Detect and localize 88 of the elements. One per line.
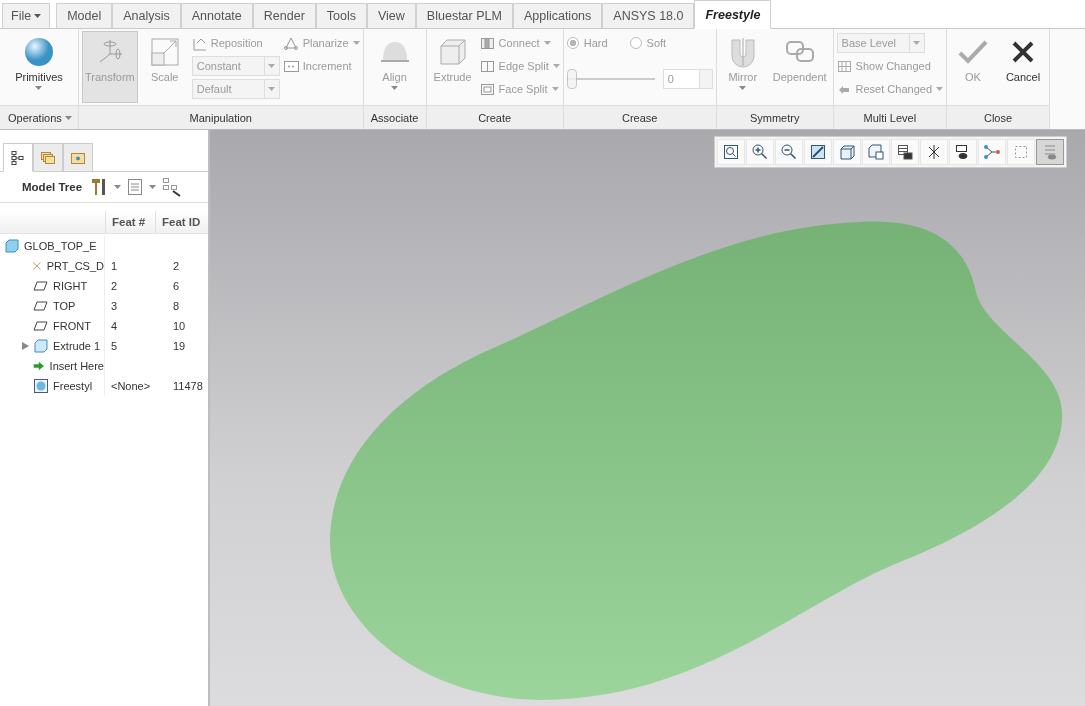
- triangle-nodes-icon: [283, 35, 299, 51]
- face-split-icon: [479, 81, 495, 97]
- feat-id: 2: [172, 260, 181, 272]
- caret-icon: [739, 86, 747, 90]
- file-menu[interactable]: File: [2, 3, 51, 28]
- group-menu[interactable]: Operations: [0, 105, 78, 129]
- panel-tab[interactable]: [3, 143, 33, 172]
- feat-id: 8: [172, 300, 181, 312]
- feat-number: 4: [110, 320, 119, 332]
- camera-table-icon: [896, 143, 914, 161]
- ribbon-tab[interactable]: Applications: [512, 3, 603, 28]
- shaded-cube-icon: [838, 143, 856, 161]
- feat-number: 3: [110, 300, 119, 312]
- ribbon-tab[interactable]: Analysis: [112, 3, 181, 28]
- caret-icon: [936, 87, 943, 91]
- tool-button[interactable]: Cancel: [1000, 31, 1046, 103]
- feat-id: 6: [172, 280, 181, 292]
- caret-icon: [552, 64, 560, 68]
- group-label: Multi Level: [833, 105, 946, 129]
- tree-item[interactable]: FRONT: [53, 320, 91, 332]
- sphere-icon: [23, 36, 55, 68]
- panel-title: Model Tree: [22, 181, 83, 193]
- folders-icon: [40, 149, 56, 166]
- tree-icon: [10, 149, 26, 166]
- feat-number: <None>: [110, 380, 152, 392]
- column-header[interactable]: Feat #: [105, 211, 155, 233]
- freestyle-icon: [33, 378, 49, 394]
- plane-icon: [33, 318, 49, 334]
- group-label: Symmetry: [716, 105, 833, 129]
- ribbon-tab[interactable]: Bluestar PLM: [415, 3, 513, 28]
- scale-icon: [148, 36, 181, 68]
- group-label: Associate: [363, 105, 426, 129]
- part-icon: [4, 238, 20, 254]
- ribbon-tab[interactable]: View: [367, 3, 416, 28]
- caret-icon: [551, 87, 559, 91]
- caret-icon: [34, 14, 42, 18]
- tree-item[interactable]: GLOB_TOP_E: [24, 240, 97, 252]
- caret-icon: [268, 64, 276, 68]
- column-header[interactable]: Feat ID: [155, 211, 208, 233]
- tree-item[interactable]: RIGHT: [53, 280, 88, 292]
- feat-number: 2: [110, 280, 119, 292]
- cube-icon: [33, 338, 49, 354]
- ribbon-tab[interactable]: Model: [56, 3, 113, 28]
- list-icon[interactable]: [127, 178, 144, 196]
- ribbon-tab[interactable]: Tools: [315, 3, 367, 28]
- number-box-icon: [283, 58, 299, 74]
- feat-id: 19: [172, 340, 187, 352]
- caret-icon: [268, 87, 276, 91]
- tree-item[interactable]: TOP: [53, 300, 76, 312]
- zoom-fit-icon: [722, 143, 740, 161]
- caret-icon: [114, 185, 122, 189]
- caret-icon: [149, 185, 157, 189]
- plane-icon: [33, 298, 49, 314]
- nodes-icon: [983, 143, 1001, 161]
- caret-icon: [543, 41, 551, 45]
- caret-icon: [391, 86, 399, 90]
- tool-button[interactable]: Primitives: [12, 31, 66, 103]
- caret-icon: [913, 41, 921, 45]
- tree-item[interactable]: PRT_CS_D: [46, 260, 104, 272]
- tree-item[interactable]: Extrude 1: [53, 340, 101, 352]
- edge-split-icon: [479, 58, 495, 74]
- split-panel-icon: [479, 35, 495, 51]
- ribbon-tab[interactable]: Annotate: [180, 3, 253, 28]
- ribbon-tab[interactable]: ANSYS 18.0: [602, 3, 695, 28]
- grid-nodes-icon: [836, 58, 852, 74]
- feat-number: 5: [110, 340, 119, 352]
- zoom-out-icon: [780, 143, 798, 161]
- tree-item[interactable]: Insert Here: [49, 360, 104, 372]
- group-label: Close: [947, 105, 1049, 129]
- caret-icon: [64, 115, 72, 120]
- group-label: Crease: [563, 105, 716, 129]
- plane-icon: [33, 278, 49, 294]
- feat-id: 11478: [172, 380, 204, 392]
- box-corners-icon: [1012, 143, 1030, 161]
- ribbon-tab[interactable]: Freestyle: [694, 0, 772, 29]
- repaint-icon: [809, 143, 827, 161]
- ribbon-tab[interactable]: Render: [252, 3, 316, 28]
- group-label: Create: [426, 105, 563, 129]
- tree-filter-icon[interactable]: [162, 177, 183, 197]
- feat-number: 1: [110, 260, 119, 272]
- zoom-in-icon: [751, 143, 769, 161]
- group-label: Manipulation: [79, 105, 363, 129]
- caret-icon: [35, 86, 43, 90]
- tree-item[interactable]: Freestyl: [53, 380, 93, 392]
- expand-icon[interactable]: [22, 342, 29, 350]
- saved-view-icon: [867, 143, 885, 161]
- caret-icon: [352, 41, 360, 45]
- feat-id: 10: [172, 320, 187, 332]
